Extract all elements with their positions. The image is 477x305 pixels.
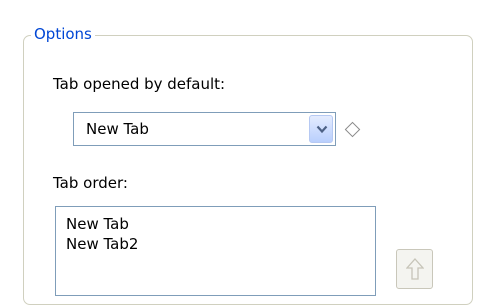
list-item[interactable]: New Tab — [56, 214, 375, 234]
list-item[interactable]: New Tab2 — [56, 234, 375, 254]
move-up-button[interactable] — [396, 249, 433, 289]
default-tab-value: New Tab — [86, 120, 149, 138]
dropdown-button[interactable] — [309, 115, 333, 143]
tab-order-label: Tab order: — [53, 174, 128, 192]
arrow-up-icon — [406, 258, 424, 280]
tab-order-list[interactable]: New Tab New Tab2 — [55, 206, 376, 296]
default-tab-label: Tab opened by default: — [53, 75, 226, 93]
chevron-down-icon — [316, 125, 328, 134]
default-tab-select[interactable]: New Tab — [73, 112, 336, 146]
options-legend: Options — [31, 24, 95, 44]
